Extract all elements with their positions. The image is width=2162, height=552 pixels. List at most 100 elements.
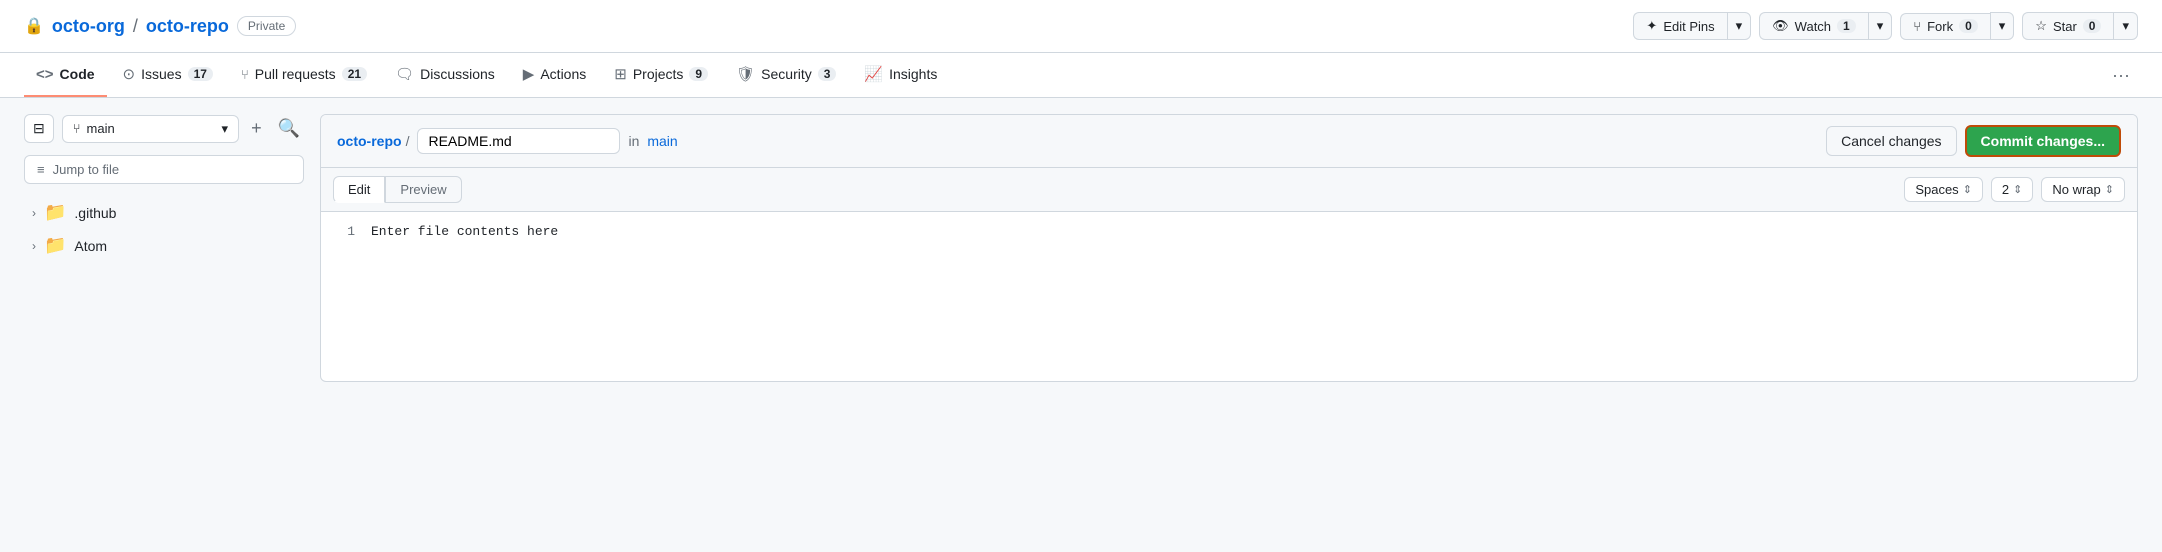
branch-name: main <box>87 121 115 136</box>
fork-dropdown[interactable]: ▾ <box>1990 12 2015 40</box>
repo-link[interactable]: octo-repo <box>146 16 229 37</box>
editor-header: octo-repo / in main Cancel changes Commi… <box>321 115 2137 168</box>
branch-icon: ⑂ <box>73 121 81 136</box>
star-group: ☆ Star 0 ▾ <box>2022 12 2138 40</box>
add-file-button[interactable]: + <box>247 114 266 143</box>
discussions-icon: 🗨 <box>395 65 414 83</box>
plus-icon: + <box>251 118 262 139</box>
fork-button[interactable]: ⑂ Fork 0 <box>1900 13 1990 40</box>
branch-selector[interactable]: ⑂ main ▾ <box>62 115 239 143</box>
fork-count: 0 <box>1959 19 1978 33</box>
main-content: ⊟ ⑂ main ▾ + 🔍 ≡ Jump to file › 📁 .githu… <box>0 98 2162 398</box>
repo-title: 🔒 octo-org / octo-repo Private <box>24 16 296 37</box>
file-tree: › 📁 .github › 📁 Atom <box>24 196 304 262</box>
issues-icon: ⊙ <box>123 65 136 83</box>
folder-icon-2: 📁 <box>44 235 66 256</box>
watch-button[interactable]: 👁 Watch 1 <box>1759 12 1868 40</box>
commit-changes-button[interactable]: Commit changes... <box>1965 125 2121 157</box>
watch-count: 1 <box>1837 19 1856 33</box>
nav-more-button[interactable]: ··· <box>2104 57 2138 94</box>
fork-group: ⑂ Fork 0 ▾ <box>1900 12 2014 40</box>
watch-label: Watch <box>1795 19 1831 34</box>
tab-insights-label: Insights <box>889 66 937 82</box>
edit-pins-group: ✦ Edit Pins ▾ <box>1633 12 1751 40</box>
search-button[interactable]: 🔍 <box>274 114 304 143</box>
edit-pins-button[interactable]: ✦ Edit Pins <box>1633 12 1726 40</box>
sidebar-toolbar: ⊟ ⑂ main ▾ + 🔍 <box>24 114 304 143</box>
edit-tab-edit[interactable]: Edit <box>333 176 385 203</box>
edit-pins-label: Edit Pins <box>1663 19 1714 34</box>
tab-actions[interactable]: ▶ Actions <box>511 53 598 97</box>
fork-label: Fork <box>1927 19 1953 34</box>
jump-to-file-input[interactable]: ≡ Jump to file <box>24 155 304 184</box>
tab-code[interactable]: <> Code <box>24 54 107 97</box>
fork-icon: ⑂ <box>1913 19 1921 34</box>
tab-issues[interactable]: ⊙ Issues 17 <box>111 53 225 97</box>
tab-pull-requests[interactable]: ⑂ Pull requests 21 <box>229 54 379 96</box>
edit-tab-preview[interactable]: Preview <box>385 176 461 203</box>
editor-options: Spaces ⇕ 2 ⇕ No wrap ⇕ <box>1904 177 2125 202</box>
star-count: 0 <box>2083 19 2102 33</box>
tab-insights[interactable]: 📈 Insights <box>852 53 949 97</box>
breadcrumb-repo-link[interactable]: octo-repo <box>337 133 402 149</box>
star-dropdown[interactable]: ▾ <box>2113 12 2138 40</box>
star-icon: ☆ <box>2035 18 2047 34</box>
nav-tabs: <> Code ⊙ Issues 17 ⑂ Pull requests 21 🗨… <box>0 53 2162 98</box>
sidebar: ⊟ ⑂ main ▾ + 🔍 ≡ Jump to file › 📁 .githu… <box>24 114 304 382</box>
chevron-right-icon: › <box>32 206 36 220</box>
watch-dropdown[interactable]: ▾ <box>1868 12 1893 40</box>
filename-input[interactable] <box>417 128 620 154</box>
watch-group: 👁 Watch 1 ▾ <box>1759 12 1892 40</box>
editor-actions: Cancel changes Commit changes... <box>1826 125 2121 157</box>
pr-badge: 21 <box>342 67 367 81</box>
security-badge: 3 <box>818 67 837 81</box>
editor-area: octo-repo / in main Cancel changes Commi… <box>320 114 2138 382</box>
sidebar-toggle-button[interactable]: ⊟ <box>24 114 54 143</box>
cancel-changes-button[interactable]: Cancel changes <box>1826 126 1956 156</box>
top-actions: ✦ Edit Pins ▾ 👁 Watch 1 ▾ ⑂ Fork 0 ▾ <box>1633 12 2138 40</box>
top-bar: 🔒 octo-org / octo-repo Private ✦ Edit Pi… <box>0 0 2162 53</box>
tab-issues-label: Issues <box>141 66 181 82</box>
code-icon: <> <box>36 66 54 83</box>
edit-pins-dropdown[interactable]: ▾ <box>1727 12 1752 40</box>
tab-security-label: Security <box>761 66 812 82</box>
file-tree-item-github[interactable]: › 📁 .github <box>24 196 304 229</box>
spaces-label: Spaces <box>1915 182 1958 197</box>
tab-security[interactable]: 🛡 Security 3 <box>724 53 848 97</box>
star-outline-icon: ✦ <box>1646 18 1657 34</box>
star-button[interactable]: ☆ Star 0 <box>2022 12 2113 40</box>
actions-icon: ▶ <box>523 65 535 83</box>
line-number: 1 <box>321 224 371 239</box>
edit-tab-group: Edit Preview <box>333 176 462 203</box>
tab-actions-label: Actions <box>540 66 586 82</box>
wrap-select[interactable]: No wrap ⇕ <box>2041 177 2125 202</box>
tab-discussions[interactable]: 🗨 Discussions <box>383 53 507 97</box>
tab-code-label: Code <box>60 66 95 82</box>
code-line: 1 Enter file contents here <box>321 224 2137 239</box>
sidebar-icon: ⊟ <box>33 120 45 137</box>
file-tree-item-name-2: Atom <box>74 238 107 254</box>
projects-icon: ⊞ <box>614 65 627 83</box>
tab-projects[interactable]: ⊞ Projects 9 <box>602 53 720 97</box>
security-icon: 🛡 <box>736 65 755 83</box>
editor-branch-link[interactable]: main <box>647 133 677 149</box>
in-label: in <box>628 133 639 149</box>
file-tree-item-name: .github <box>74 205 116 221</box>
file-tree-item-atom[interactable]: › 📁 Atom <box>24 229 304 262</box>
indent-value: 2 <box>2002 182 2009 197</box>
visibility-badge: Private <box>237 16 296 36</box>
folder-icon: 📁 <box>44 202 66 223</box>
star-label: Star <box>2053 19 2077 34</box>
jump-to-file-label: Jump to file <box>53 162 119 177</box>
spaces-select[interactable]: Spaces ⇕ <box>1904 177 1983 202</box>
code-area: 1 Enter file contents here <box>321 212 2137 251</box>
pr-icon: ⑂ <box>241 67 249 82</box>
indent-select[interactable]: 2 ⇕ <box>1991 177 2033 202</box>
edit-tabs-bar: Edit Preview Spaces ⇕ 2 ⇕ No wrap ⇕ <box>321 168 2137 212</box>
chevron-right-icon-2: › <box>32 239 36 253</box>
org-link[interactable]: octo-org <box>52 16 125 37</box>
projects-badge: 9 <box>689 67 708 81</box>
insights-icon: 📈 <box>864 65 883 83</box>
line-content[interactable]: Enter file contents here <box>371 224 2137 239</box>
branch-chevron-icon: ▾ <box>222 121 229 137</box>
